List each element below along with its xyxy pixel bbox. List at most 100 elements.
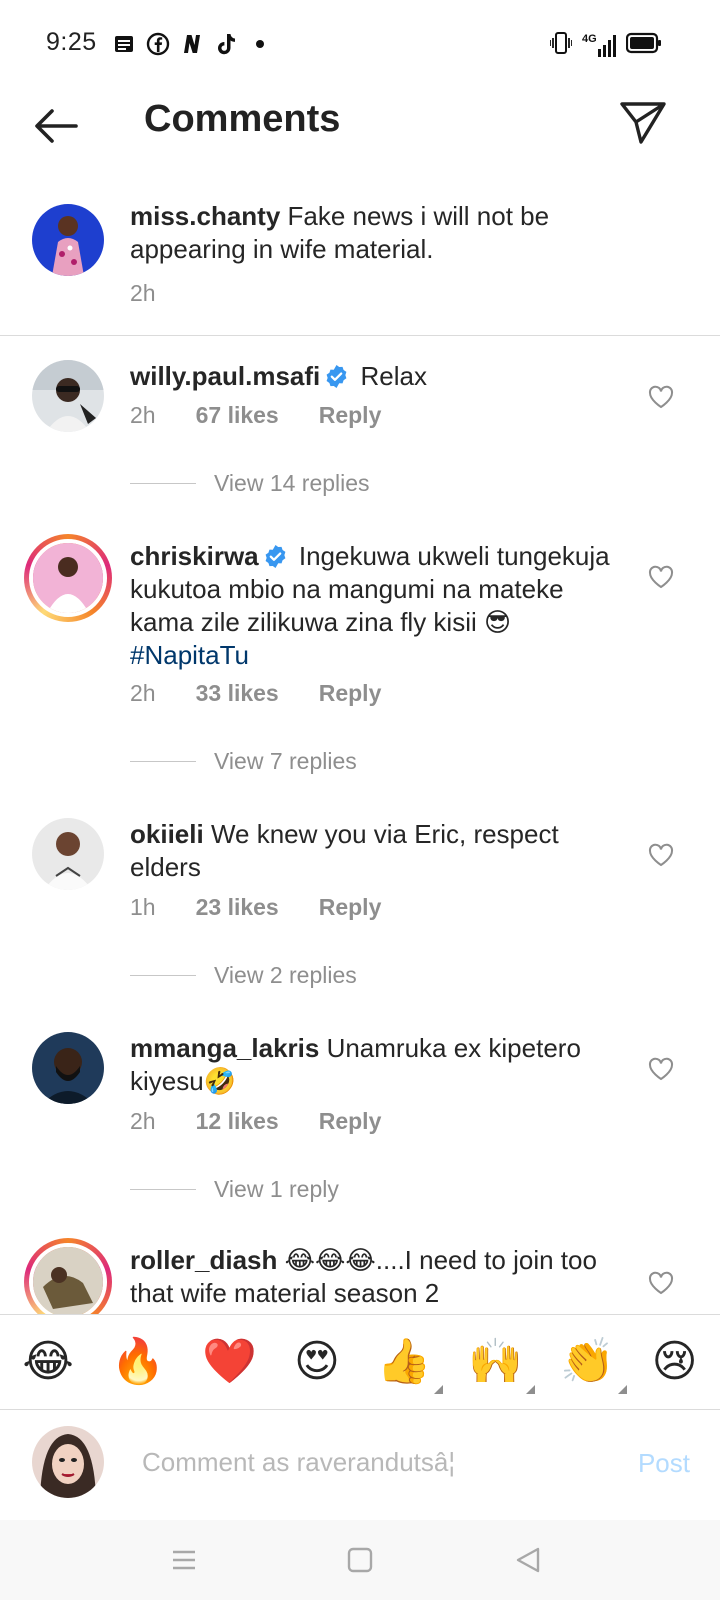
emoji-red-heart-icon[interactable]: ❤️ (202, 1340, 257, 1384)
avatar (32, 1426, 104, 1498)
comment-username[interactable]: willy.paul.msafi (130, 361, 320, 391)
story-ring (29, 1243, 107, 1314)
comment-text: mmanga_lakris Unamruka ex kipetero kiyes… (130, 1032, 612, 1098)
news-icon (112, 32, 136, 56)
triangle-back-icon (516, 1547, 540, 1573)
status-bar: 9:25 4G (0, 0, 720, 86)
emoji-raising-hands-icon[interactable]: 🙌 (468, 1340, 536, 1394)
emoji-heart-eyes-icon[interactable]: 😍 (294, 1340, 340, 1384)
likes-count[interactable]: 67 likes (196, 402, 279, 429)
vibrate-icon (549, 30, 573, 61)
view-replies-button[interactable]: View 14 replies (130, 470, 370, 497)
comment-time: 2h (130, 1108, 156, 1134)
system-navigation-bar (0, 1520, 720, 1600)
avatar[interactable] (24, 534, 112, 622)
view-replies-button[interactable]: View 1 reply (130, 1176, 339, 1203)
battery-icon (625, 32, 662, 59)
reply-button[interactable]: Reply (319, 894, 382, 921)
facebook-icon (146, 32, 170, 56)
back-nav-button[interactable] (508, 1540, 548, 1580)
emoji-crying-face-icon[interactable]: 😢 (652, 1340, 698, 1384)
comment-time: 2h (130, 402, 156, 428)
reply-button[interactable]: Reply (319, 1108, 382, 1135)
status-time: 9:25 (46, 28, 97, 56)
netflix-n-icon (180, 32, 204, 56)
hashtag-link[interactable]: #NapitaTu (130, 640, 249, 670)
comment-time: 2h (130, 680, 156, 706)
app-header: Comments (0, 86, 720, 176)
divider-line (130, 974, 196, 977)
emoji-glyph: 👍 (376, 1336, 432, 1387)
skin-tone-indicator-icon (526, 1385, 536, 1394)
avatar[interactable] (32, 1032, 104, 1104)
tiktok-icon (214, 32, 238, 56)
emoji-glyph: 🙌 (468, 1336, 524, 1387)
heart-icon (648, 843, 674, 867)
comment-username[interactable]: mmanga_lakris (130, 1033, 319, 1063)
avatar[interactable] (32, 818, 104, 890)
reply-button[interactable]: Reply (319, 680, 382, 707)
comment-time: 1h (130, 894, 156, 920)
comment-text: willy.paul.msafi Relax (130, 360, 612, 393)
caption-time: 2h (130, 280, 156, 306)
like-button[interactable] (646, 840, 676, 870)
comment-text: roller_diash 😂😂😂....I need to join too t… (130, 1244, 612, 1310)
likes-count[interactable]: 12 likes (196, 1108, 279, 1135)
emoji-thumbs-up-icon[interactable]: 👍 (377, 1340, 444, 1394)
like-button[interactable] (646, 562, 676, 592)
skin-tone-indicator-icon (617, 1385, 627, 1394)
view-replies-label: View 14 replies (214, 470, 370, 496)
comment-text: chriskirwa Ingekuwa ukweli tungekuja kuk… (130, 540, 612, 672)
divider-line (130, 482, 196, 485)
heart-icon (648, 1271, 674, 1295)
avatar[interactable] (32, 360, 104, 432)
emoji-clapping-hands-icon[interactable]: 👏 (560, 1340, 627, 1394)
avatar[interactable] (32, 204, 104, 276)
dot-icon (248, 32, 272, 56)
comment-composer: Post (0, 1410, 720, 1520)
view-replies-button[interactable]: View 7 replies (130, 748, 357, 775)
comment-input[interactable] (142, 1438, 602, 1486)
post-caption: miss.chanty Fake news i will not be appe… (0, 200, 720, 336)
comment-meta: 2h 12 likes Reply (130, 1108, 381, 1135)
comment-text: okiieli We knew you via Eric, respect el… (130, 818, 612, 884)
avatar[interactable] (24, 1238, 112, 1314)
divider-line (130, 1188, 196, 1191)
likes-count[interactable]: 23 likes (196, 894, 279, 921)
skin-tone-indicator-icon (434, 1385, 444, 1394)
menu-button[interactable] (164, 1540, 204, 1580)
post-button[interactable]: Post (638, 1448, 690, 1479)
emoji-quick-bar: 😂 🔥 ❤️ 😍 👍 🙌 👏 😢 (0, 1314, 720, 1410)
caption-text: miss.chanty Fake news i will not be appe… (130, 200, 570, 266)
comment-username[interactable]: chriskirwa (130, 541, 259, 571)
caption-meta: 2h (130, 280, 156, 307)
share-button[interactable] (616, 96, 670, 150)
view-replies-button[interactable]: View 2 replies (130, 962, 357, 989)
heart-icon (648, 1057, 674, 1081)
like-button[interactable] (646, 1268, 676, 1298)
system-status-icons: 4G (549, 30, 662, 61)
square-home-icon (347, 1547, 373, 1573)
likes-count[interactable]: 33 likes (196, 680, 279, 707)
notification-icons (112, 32, 272, 56)
heart-icon (648, 385, 674, 409)
reply-button[interactable]: Reply (319, 402, 382, 429)
page-title: Comments (144, 98, 341, 140)
comment-username[interactable]: roller_diash (130, 1245, 277, 1275)
view-replies-label: View 2 replies (214, 962, 357, 988)
back-button[interactable] (30, 100, 82, 152)
comment-meta: 1h 23 likes Reply (130, 894, 381, 921)
home-button[interactable] (340, 1540, 380, 1580)
story-ring (29, 539, 107, 617)
emoji-fire-icon[interactable]: 🔥 (111, 1340, 166, 1384)
send-icon (620, 102, 666, 144)
like-button[interactable] (646, 1054, 676, 1084)
verified-badge-icon (324, 364, 349, 389)
comment-username[interactable]: okiieli (130, 819, 204, 849)
comment-meta: 2h 33 likes Reply (130, 680, 381, 707)
caption-username[interactable]: miss.chanty (130, 201, 280, 231)
emoji-tears-of-joy-icon[interactable]: 😂 (22, 1340, 73, 1384)
like-button[interactable] (646, 382, 676, 412)
comment-meta: 2h 67 likes Reply (130, 402, 381, 429)
comments-list[interactable]: willy.paul.msafi Relax 2h 67 likes Reply… (0, 336, 720, 1314)
